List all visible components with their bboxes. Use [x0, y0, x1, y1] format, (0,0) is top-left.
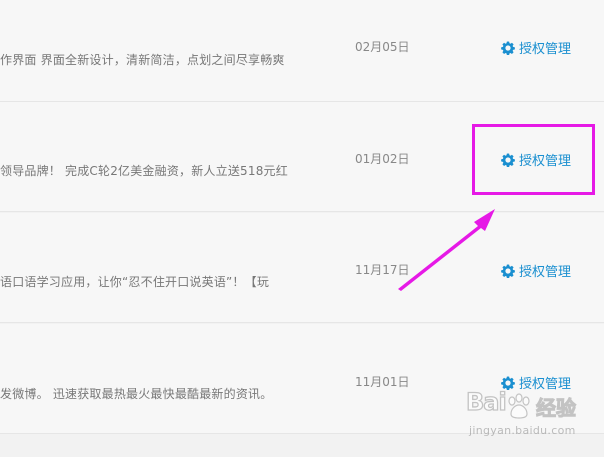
manage-authorization-link[interactable]: 授权管理 — [501, 373, 571, 392]
auth-date: 11月17日 — [355, 263, 410, 277]
manage-authorization-label: 授权管理 — [519, 265, 572, 280]
app-description: 作界面 界面全新设计，清新简洁，点划之间尽享畅爽 — [0, 53, 285, 67]
manage-authorization-label: 授权管理 — [519, 377, 572, 392]
list-item: 领导品牌！ 完成C轮2亿美金融资，新人立送518元红 01月02日 授权管理 — [0, 102, 604, 212]
manage-authorization-label: 授权管理 — [519, 154, 572, 169]
gear-icon — [501, 375, 515, 390]
manage-authorization-link[interactable]: 授权管理 — [501, 261, 571, 280]
gear-icon — [501, 263, 515, 278]
manage-authorization-label: 授权管理 — [519, 42, 572, 57]
auth-date: 02月05日 — [355, 40, 410, 54]
gear-icon — [501, 40, 515, 55]
authorized-apps-list: 作界面 界面全新设计，清新简洁，点划之间尽享畅爽 02月05日 授权管理 领导品… — [0, 0, 604, 457]
app-description: 领导品牌！ 完成C轮2亿美金融资，新人立送518元红 — [0, 164, 288, 178]
manage-authorization-link[interactable]: 授权管理 — [501, 38, 571, 57]
list-item: 语口语学习应用，让你“忍不住开口说英语”！【玩 11月17日 授权管理 — [0, 213, 604, 323]
manage-authorization-link[interactable]: 授权管理 — [501, 150, 571, 169]
auth-date: 01月02日 — [355, 152, 410, 166]
gear-icon — [501, 152, 515, 167]
app-description: 发微博。 迅速获取最热最火最快最酷最新的资讯。 — [0, 387, 273, 401]
list-item: 发微博。 迅速获取最热最火最快最酷最新的资讯。 11月01日 授权管理 — [0, 324, 604, 434]
list-item: 作界面 界面全新设计，清新简洁，点划之间尽享畅爽 02月05日 授权管理 — [0, 0, 604, 102]
auth-date: 11月01日 — [355, 375, 410, 389]
app-description: 语口语学习应用，让你“忍不住开口说英语”！【玩 — [0, 275, 270, 289]
